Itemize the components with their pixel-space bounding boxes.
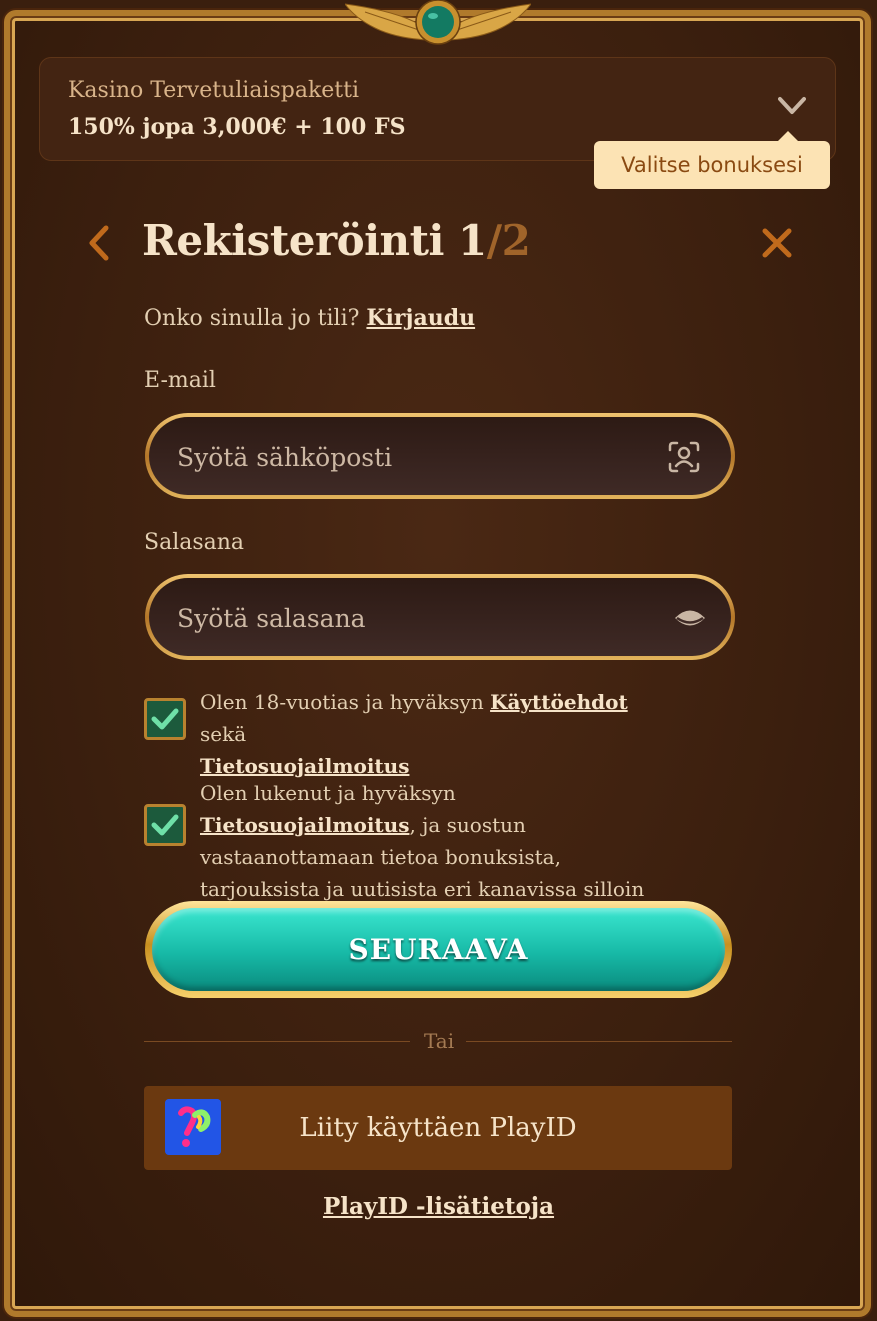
consent2-text: Olen lukenut ja hyväksyn (200, 781, 456, 805)
title-total-steps: /2 (486, 216, 531, 265)
title-step: Rekisteröinti 1 (142, 216, 487, 265)
password-field-inner (149, 578, 731, 658)
playid-info-link[interactable]: PlayID -lisätietoja (0, 1193, 877, 1220)
divider-or: Tai (424, 1029, 455, 1053)
back-arrow-icon[interactable] (84, 224, 114, 262)
page-title: Rekisteröinti 1/2 (142, 216, 531, 265)
next-button-label: SEURAAVA (152, 908, 725, 991)
divider-left (144, 1041, 410, 1042)
divider-right (466, 1041, 732, 1042)
login-link[interactable]: Kirjaudu (366, 305, 475, 331)
bonus-title: Kasino Tervetuliaispaketti (68, 78, 360, 103)
bonus-offer: 150% jopa 3,000€ + 100 FS (68, 114, 406, 140)
password-input[interactable] (175, 578, 649, 658)
winged-gem-crest-icon (345, 0, 531, 45)
email-input[interactable] (175, 417, 649, 497)
close-icon[interactable] (760, 226, 794, 260)
password-label: Salasana (144, 530, 245, 555)
privacy-link-2[interactable]: Tietosuojailmoitus (200, 813, 409, 837)
login-prompt-text: Onko sinulla jo tili? (144, 306, 367, 331)
consent1-text-middle: sekä (200, 722, 247, 746)
check-icon (151, 708, 179, 730)
eye-icon[interactable] (673, 601, 707, 635)
email-label: E-mail (144, 368, 216, 393)
email-field-frame (145, 413, 735, 499)
consent1-text: Olen 18-vuotias ja hyväksyn (200, 690, 491, 714)
marketing-checkbox[interactable] (144, 804, 186, 846)
next-button[interactable]: SEURAAVA (145, 901, 732, 998)
playid-button[interactable]: Liity käyttäen PlayID (144, 1086, 732, 1170)
chevron-down-icon[interactable] (778, 96, 806, 116)
check-icon (151, 814, 179, 836)
playid-button-label: Liity käyttäen PlayID (299, 1113, 577, 1143)
terms-checkbox[interactable] (144, 698, 186, 740)
login-prompt: Onko sinulla jo tili? Kirjaudu (144, 305, 475, 331)
user-scan-icon (668, 441, 700, 473)
bonus-tooltip: Valitse bonuksesi (594, 131, 830, 189)
terms-consent-text: Olen 18-vuotias ja hyväksyn Käyttöehdot … (200, 686, 670, 782)
terms-link[interactable]: Käyttöehdot (490, 690, 628, 714)
email-field-inner (149, 417, 731, 497)
privacy-link[interactable]: Tietosuojailmoitus (200, 754, 409, 778)
password-field-frame (145, 574, 735, 660)
